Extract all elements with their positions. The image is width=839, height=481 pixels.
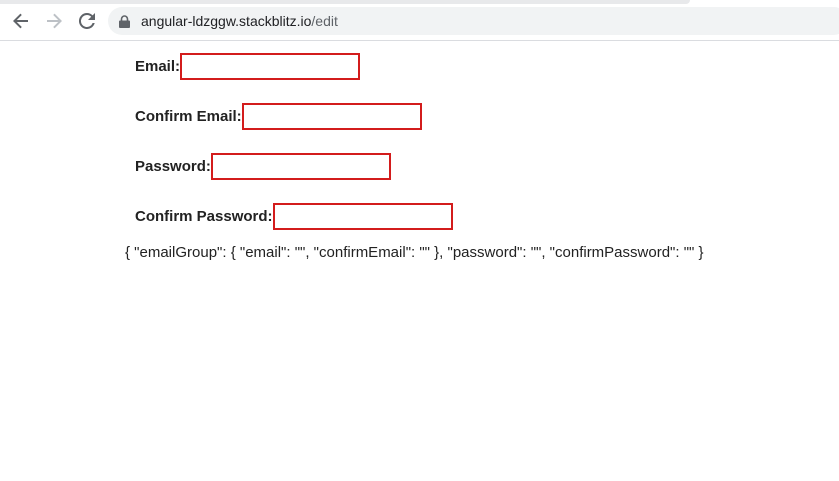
arrow-right-icon xyxy=(47,13,62,29)
url-host: angular-ldzggw.stackblitz.io xyxy=(141,13,312,29)
password-row: Password: xyxy=(135,151,391,181)
back-button[interactable] xyxy=(10,10,32,32)
reload-button[interactable] xyxy=(76,10,98,32)
email-label: Email: xyxy=(135,57,181,75)
lock-icon xyxy=(119,14,131,28)
browser-toolbar: angular-ldzggw.stackblitz.io/edit xyxy=(0,0,839,41)
confirm-email-row: Confirm Email: xyxy=(135,101,422,131)
arrow-left-icon xyxy=(13,13,28,29)
confirm-password-row: Confirm Password: xyxy=(135,201,453,231)
url-path: /edit xyxy=(311,13,338,29)
confirm-password-label: Confirm Password: xyxy=(135,207,273,225)
forward-button[interactable] xyxy=(43,10,65,32)
confirm-email-label: Confirm Email: xyxy=(135,107,242,125)
form-value-json: { "emailGroup": { "email": "", "confirmE… xyxy=(125,244,704,261)
address-bar[interactable]: angular-ldzggw.stackblitz.io/edit xyxy=(108,7,839,35)
password-label: Password: xyxy=(135,157,211,175)
url-text: angular-ldzggw.stackblitz.io/edit xyxy=(141,13,338,29)
tab-strip xyxy=(0,0,690,4)
confirm-password-field[interactable] xyxy=(272,202,453,230)
confirm-email-field[interactable] xyxy=(241,102,422,130)
reload-icon xyxy=(79,13,95,29)
email-row: Email: xyxy=(135,51,361,81)
password-field[interactable] xyxy=(210,152,391,180)
email-field[interactable] xyxy=(180,52,361,80)
form-page: Email: Confirm Email: Password: Confirm … xyxy=(0,41,839,481)
